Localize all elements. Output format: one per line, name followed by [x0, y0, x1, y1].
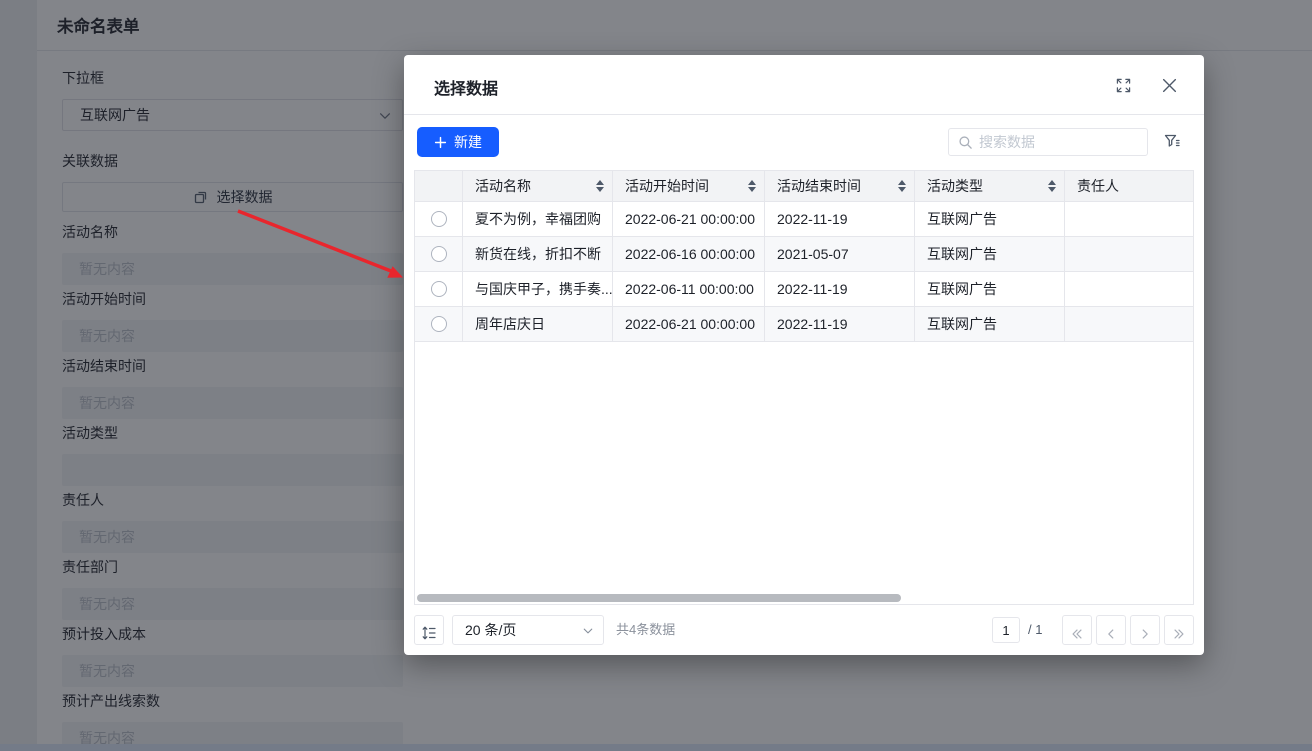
close-icon [1162, 78, 1177, 93]
close-button[interactable] [1161, 77, 1178, 94]
horizontal-scrollbar[interactable] [417, 594, 901, 602]
header-cell-owner: 责任人 [1065, 171, 1193, 202]
chevron-left-icon [1108, 628, 1114, 639]
cell-activity-type: 互联网广告 [915, 202, 1065, 237]
header-label: 活动名称 [475, 178, 531, 194]
cell-activity-name: 周年店庆日 [463, 307, 613, 342]
filter-icon [1164, 134, 1180, 147]
header-label: 活动结束时间 [777, 178, 861, 194]
chevron-right-icon [1142, 628, 1148, 639]
cell-owner [1065, 237, 1193, 272]
page-size-select[interactable]: 20 条/页 [452, 615, 604, 645]
cell-end-time: 2022-11-19 [765, 272, 915, 307]
cell-start-time: 2022-06-11 00:00:00 [613, 272, 765, 307]
table-row[interactable]: 与国庆甲子，携手奏... 2022-06-11 00:00:00 2022-11… [415, 272, 1193, 307]
cell-radio [415, 237, 463, 272]
total-count: 共4条数据 [616, 622, 676, 637]
sort-icon[interactable] [898, 180, 906, 192]
new-button[interactable]: 新建 [417, 127, 499, 157]
search-input[interactable] [979, 129, 1144, 155]
last-page-button[interactable] [1164, 615, 1194, 645]
header-cell-radio [415, 171, 463, 202]
cell-radio [415, 272, 463, 307]
chevron-down-icon [583, 628, 593, 634]
cell-start-time: 2022-06-21 00:00:00 [613, 307, 765, 342]
cell-start-time: 2022-06-16 00:00:00 [613, 237, 765, 272]
expand-button[interactable] [1116, 78, 1131, 93]
prev-page-button[interactable] [1096, 615, 1126, 645]
row-height-button[interactable] [414, 615, 444, 645]
data-table: 活动名称 活动开始时间 活动结束时间 活动类型 责任人 夏不为例，幸福团购 20… [414, 170, 1194, 605]
table-header-row: 活动名称 活动开始时间 活动结束时间 活动类型 责任人 [415, 171, 1193, 202]
header-label: 活动类型 [927, 178, 983, 194]
table-row[interactable]: 新货在线，折扣不断 2022-06-16 00:00:00 2021-05-07… [415, 237, 1193, 272]
table-row[interactable]: 周年店庆日 2022-06-21 00:00:00 2022-11-19 互联网… [415, 307, 1193, 342]
header-cell-end-time[interactable]: 活动结束时间 [765, 171, 915, 202]
screen: 未命名表单 下拉框 互联网广告 关联数据 选择数据 活动名称 活动开始时间 [0, 0, 1312, 751]
sort-icon[interactable] [1048, 180, 1056, 192]
cell-end-time: 2021-05-07 [765, 237, 915, 272]
cell-radio [415, 307, 463, 342]
cell-owner [1065, 272, 1193, 307]
new-button-label: 新建 [454, 134, 482, 150]
table-row[interactable]: 夏不为例，幸福团购 2022-06-21 00:00:00 2022-11-19… [415, 202, 1193, 237]
cell-activity-name: 与国庆甲子，携手奏... [463, 272, 613, 307]
cell-radio [415, 202, 463, 237]
plus-icon [434, 136, 447, 148]
page-number-input[interactable] [992, 617, 1020, 643]
filter-button[interactable] [1163, 132, 1181, 150]
cell-end-time: 2022-11-19 [765, 307, 915, 342]
cell-activity-type: 互联网广告 [915, 237, 1065, 272]
next-page-button[interactable] [1130, 615, 1160, 645]
sort-icon[interactable] [748, 180, 756, 192]
header-label: 活动开始时间 [625, 178, 709, 194]
modal-title: 选择数据 [434, 81, 499, 98]
row-height-icon [422, 626, 436, 640]
modal-footer: 20 条/页 共4条数据 / 1 [404, 615, 1204, 645]
search-box [948, 128, 1148, 156]
fullscreen-icon [1116, 78, 1131, 93]
page-total: / 1 [1028, 622, 1043, 637]
cell-owner [1065, 202, 1193, 237]
cell-start-time: 2022-06-21 00:00:00 [613, 202, 765, 237]
modal-header: 选择数据 [404, 55, 1204, 115]
double-chevron-left-icon [1072, 628, 1082, 639]
cell-activity-type: 互联网广告 [915, 272, 1065, 307]
cell-end-time: 2022-11-19 [765, 202, 915, 237]
radio-button[interactable] [430, 316, 447, 332]
header-cell-activity-type[interactable]: 活动类型 [915, 171, 1065, 202]
cell-owner [1065, 307, 1193, 342]
double-chevron-right-icon [1174, 628, 1184, 639]
search-icon [959, 136, 972, 149]
header-label: 责任人 [1077, 178, 1119, 194]
first-page-button[interactable] [1062, 615, 1092, 645]
radio-button[interactable] [430, 246, 447, 262]
header-cell-start-time[interactable]: 活动开始时间 [613, 171, 765, 202]
page-size-value: 20 条/页 [465, 622, 517, 638]
header-cell-activity-name[interactable]: 活动名称 [463, 171, 613, 202]
cell-activity-type: 互联网广告 [915, 307, 1065, 342]
sort-icon[interactable] [596, 180, 604, 192]
cell-activity-name: 夏不为例，幸福团购 [463, 202, 613, 237]
radio-button[interactable] [430, 211, 447, 227]
cell-activity-name: 新货在线，折扣不断 [463, 237, 613, 272]
select-data-modal: 选择数据 新建 活动名称 [404, 55, 1204, 655]
radio-button[interactable] [430, 281, 447, 297]
